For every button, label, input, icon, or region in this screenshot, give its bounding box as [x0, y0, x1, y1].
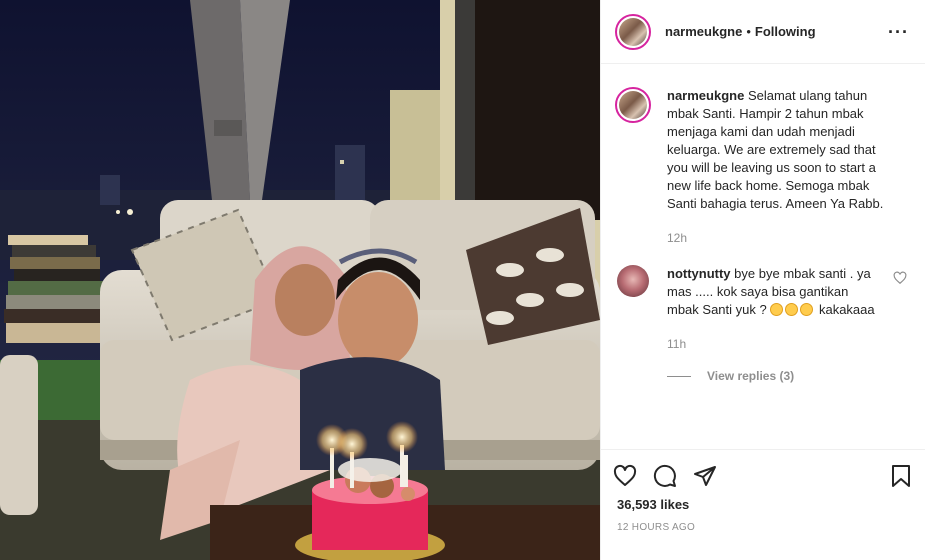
caption-text: Selamat ulang tahun mbak Santi. Hampir 2… [667, 88, 884, 211]
more-dots-icon[interactable]: ··· [888, 23, 909, 41]
commenter-avatar[interactable] [617, 265, 649, 297]
like-count[interactable]: 36,593 likes [617, 497, 689, 512]
comments-section: narmeukgne Selamat ulang tahun mbak Sant… [601, 65, 925, 435]
action-bar [601, 449, 925, 501]
rofl-emoji [800, 303, 814, 316]
post-timestamp[interactable]: 12 HOURS AGO [617, 522, 695, 533]
instagram-post: narmeukgne • Following ··· narmeukgne Se… [0, 0, 925, 560]
bookmark-icon[interactable] [889, 464, 913, 488]
follow-status-button[interactable]: Following [755, 24, 816, 39]
comment-username[interactable]: nottynutty [667, 266, 731, 281]
post-photo[interactable] [0, 0, 600, 560]
caption-avatar[interactable] [615, 87, 651, 123]
comment-like-heart-icon[interactable] [893, 271, 907, 285]
replies-divider [667, 375, 691, 377]
post-sidebar: narmeukgne • Following ··· narmeukgne Se… [600, 0, 925, 560]
post-header: narmeukgne • Following ··· [601, 0, 925, 64]
comment-age[interactable]: 11h [667, 335, 877, 353]
view-replies-button[interactable]: View replies (3) [667, 369, 925, 383]
header-separator: • [746, 24, 751, 39]
share-icon[interactable] [693, 464, 717, 488]
caption: narmeukgne Selamat ulang tahun mbak Sant… [601, 87, 925, 247]
caption-age[interactable]: 12h [667, 229, 895, 247]
caption-username[interactable]: narmeukgne [667, 88, 744, 103]
view-replies-label[interactable]: View replies (3) [707, 369, 794, 383]
comment-item: nottynutty bye bye mbak santi . ya mas .… [601, 265, 925, 353]
author-avatar[interactable] [615, 13, 651, 50]
comment-text-end: kakakaaa [818, 302, 875, 317]
author-username[interactable]: narmeukgne [665, 24, 742, 39]
comment-icon[interactable] [653, 464, 677, 488]
heart-icon[interactable] [613, 464, 637, 488]
photo-scene [0, 0, 600, 560]
tongue-face-emoji [770, 303, 784, 316]
rofl-emoji [785, 303, 799, 316]
